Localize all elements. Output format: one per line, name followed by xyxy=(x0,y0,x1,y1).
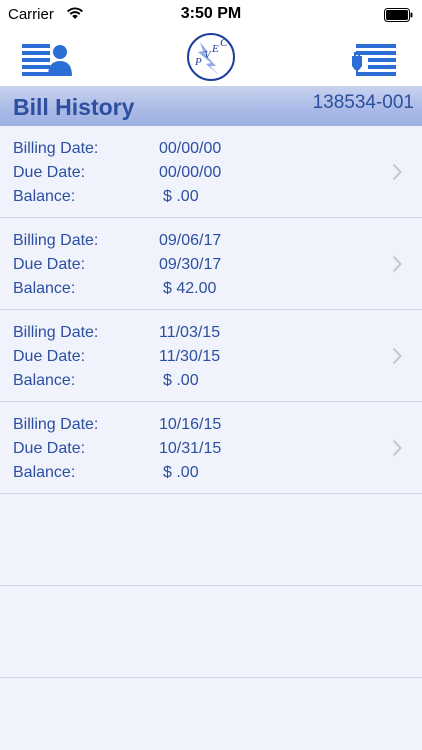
balance-label: Balance: xyxy=(13,188,76,205)
usage-list-icon[interactable] xyxy=(348,36,400,80)
billing-date-label: Billing Date: xyxy=(13,324,99,341)
balance-value: $ .00 xyxy=(163,372,199,389)
due-date-value: 11/30/15 xyxy=(159,348,221,365)
clock: 3:50 PM xyxy=(180,5,242,22)
chevron-right-icon xyxy=(392,163,402,181)
page-header: Bill History 138534-001 xyxy=(0,86,422,126)
bill-row[interactable]: Billing Date: 10/16/15 Due Date: 10/31/1… xyxy=(0,402,422,494)
balance-value: $ 42.00 xyxy=(163,280,217,297)
due-date-label: Due Date: xyxy=(13,348,86,365)
due-date-label: Due Date: xyxy=(13,256,86,273)
balance-value: $ .00 xyxy=(163,464,199,481)
page-title: Bill History xyxy=(13,94,135,120)
empty-row xyxy=(0,586,422,678)
status-bar: Carrier 3:50 PM xyxy=(0,0,422,30)
balance-label: Balance: xyxy=(13,372,76,389)
svg-text:E: E xyxy=(211,43,219,55)
balance-label: Balance: xyxy=(13,464,76,481)
chevron-right-icon xyxy=(392,439,402,457)
bill-row[interactable]: Billing Date: 11/03/15 Due Date: 11/30/1… xyxy=(0,310,422,402)
chevron-right-icon xyxy=(392,347,402,365)
svg-text:C: C xyxy=(220,37,228,49)
due-date-label: Due Date: xyxy=(13,164,86,181)
billing-date-value: 09/06/17 xyxy=(159,232,222,249)
billing-date-label: Billing Date: xyxy=(13,140,99,157)
nav-bar: P V E C xyxy=(0,30,422,86)
bill-row[interactable]: Billing Date: 00/00/00 Due Date: 00/00/0… xyxy=(0,126,422,218)
empty-row xyxy=(0,494,422,586)
bill-list: Billing Date: 00/00/00 Due Date: 00/00/0… xyxy=(0,126,422,678)
chevron-right-icon xyxy=(392,255,402,273)
billing-date-label: Billing Date: xyxy=(13,232,99,249)
due-date-value: 09/30/17 xyxy=(159,256,222,273)
bill-row[interactable]: Billing Date: 09/06/17 Due Date: 09/30/1… xyxy=(0,218,422,310)
billing-date-value: 00/00/00 xyxy=(159,140,222,157)
battery-icon xyxy=(384,8,413,22)
svg-text:P: P xyxy=(194,56,202,68)
due-date-value: 00/00/00 xyxy=(159,164,222,181)
account-info-icon[interactable] xyxy=(18,36,74,80)
due-date-value: 10/31/15 xyxy=(159,440,222,457)
balance-label: Balance: xyxy=(13,280,76,297)
billing-date-label: Billing Date: xyxy=(13,416,99,433)
due-date-label: Due Date: xyxy=(13,440,86,457)
billing-date-value: 11/03/15 xyxy=(159,324,221,341)
pvec-logo: P V E C xyxy=(187,33,235,81)
balance-value: $ .00 xyxy=(163,188,199,205)
account-number: 138534-001 xyxy=(312,92,414,113)
billing-date-value: 10/16/15 xyxy=(159,416,222,433)
